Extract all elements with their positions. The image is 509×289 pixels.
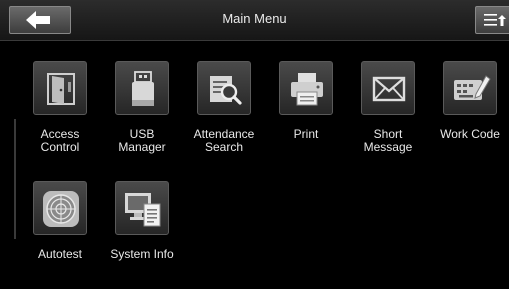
menu-item-print[interactable]: Print <box>265 61 347 141</box>
menu-item-label: Print <box>293 127 319 141</box>
menu-item-label: System Info <box>110 247 174 261</box>
menu-item-autotest[interactable]: Autotest <box>19 181 101 261</box>
menu-item-usb-manager[interactable]: USB Manager <box>101 61 183 154</box>
menu-item-label: Short Message <box>363 127 413 154</box>
menu-item-label: USB Manager <box>118 127 166 154</box>
target-icon <box>33 181 87 235</box>
menu-item-access-control[interactable]: Access Control <box>19 61 101 154</box>
door-icon <box>33 61 87 115</box>
page-title: Main Menu <box>222 11 287 26</box>
menu-item-label: Access Control <box>40 127 80 154</box>
menu-button[interactable] <box>475 6 509 34</box>
document-search-icon <box>197 61 251 115</box>
menu-item-work-code[interactable]: Work Code <box>429 61 509 141</box>
menu-item-system-info[interactable]: System Info <box>101 181 183 261</box>
menu-item-attendance-search[interactable]: Attendance Search <box>183 61 265 154</box>
menu-item-label: Attendance Search <box>193 127 255 154</box>
list-sort-icon <box>484 14 506 26</box>
scrollbar[interactable] <box>14 119 16 239</box>
menu-item-label: Work Code <box>440 127 500 141</box>
menu-item-label: Autotest <box>37 247 83 261</box>
header-bar: Main Menu <box>0 0 509 41</box>
system-info-icon <box>115 181 169 235</box>
envelope-icon <box>361 61 415 115</box>
menu-item-short-message[interactable]: Short Message <box>347 61 429 154</box>
printer-icon <box>279 61 333 115</box>
keyboard-edit-icon <box>443 61 497 115</box>
menu-grid: Access Control USB Manager Attendance Se… <box>0 41 509 289</box>
usb-drive-icon <box>115 61 169 115</box>
